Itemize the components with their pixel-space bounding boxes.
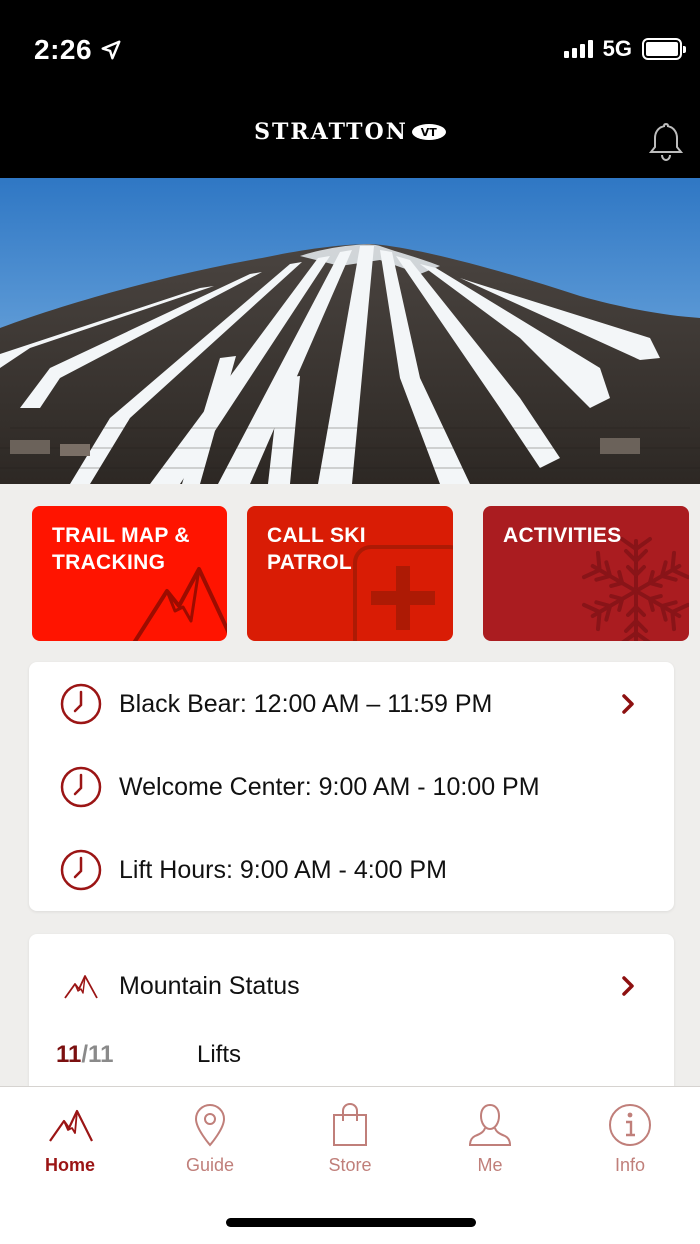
battery-icon [642,38,686,60]
brand-name: STRATTON [254,119,408,145]
bell-icon[interactable] [646,120,686,164]
activities-tile[interactable]: ACTIVITIES [483,506,689,641]
hero-mountain-image [0,178,700,484]
nav-label: Store [328,1155,372,1175]
quick-action-tiles: TRAIL MAP & TRACKING CALL SKI PATROL ACT… [32,506,700,642]
clock-icon [60,849,102,891]
brand-logo: STRATTON VT [0,119,700,145]
status-indicators: 5G [563,36,686,62]
signal-icon [563,40,593,58]
activities-label: ACTIVITIES [503,524,622,547]
clock-time: 2:26 [34,34,93,65]
trail-map-label: TRAIL MAP & TRACKING [52,524,190,574]
lifts-count: 11/11 [56,1041,113,1069]
nav-label: Info [614,1155,646,1175]
hours-row-black-bear[interactable]: Black Bear: 12:00 AM – 11:59 PM [29,674,674,734]
hours-text: Black Bear: 12:00 AM – 11:59 PM [119,689,493,718]
mountain-status-card[interactable]: Mountain Status 11/11 Lifts [29,934,674,1104]
mountain-icon [49,1109,93,1142]
user-icon [468,1103,512,1146]
home-indicator[interactable] [226,1218,476,1227]
nav-label: Guide [185,1155,235,1175]
brand-badge: VT [411,124,446,140]
hours-card: Black Bear: 12:00 AM – 11:59 PM Welcome … [29,662,674,911]
lifts-open: 11 [56,1041,82,1068]
map-pin-icon [194,1103,226,1147]
clock-icon [60,766,102,808]
status-time: 2:26 [34,34,122,66]
nav-label: Me [477,1155,503,1175]
lifts-total: /11 [81,1041,114,1068]
nav-me[interactable]: Me [420,1101,560,1176]
hours-text: Welcome Center: 9:00 AM - 10:00 PM [119,772,540,801]
mountain-photo [0,178,700,484]
call-ski-patrol-tile[interactable]: CALL SKI PATROL [247,506,453,641]
chevron-right-icon[interactable] [620,693,636,715]
hours-row-welcome-center: Welcome Center: 9:00 AM - 10:00 PM [29,757,674,817]
snowflake-icon [581,537,689,641]
trail-map-tile[interactable]: TRAIL MAP & TRACKING [32,506,227,641]
info-icon [609,1104,651,1146]
nav-label: Home [44,1155,95,1175]
chevron-right-icon[interactable] [620,975,636,997]
mountain-icon [64,975,98,999]
call-ski-patrol-label: CALL SKI PATROL [267,524,366,574]
nav-info[interactable]: Info [560,1101,700,1176]
hours-text: Lift Hours: 9:00 AM - 4:00 PM [119,855,447,884]
hours-row-lift-hours: Lift Hours: 9:00 AM - 4:00 PM [29,840,674,900]
lifts-label: Lifts [197,1041,242,1068]
nav-guide[interactable]: Guide [140,1101,280,1176]
nav-home[interactable]: Home [0,1101,140,1176]
network-label: 5G [602,36,632,61]
shopping-bag-icon [333,1102,367,1146]
clock-icon [60,683,102,725]
top-bar: 2:26 5G STRATTON VT [0,0,700,178]
mountain-status-title: Mountain Status [119,972,300,1000]
nav-store[interactable]: Store [280,1101,420,1176]
location-arrow-icon [101,40,121,60]
